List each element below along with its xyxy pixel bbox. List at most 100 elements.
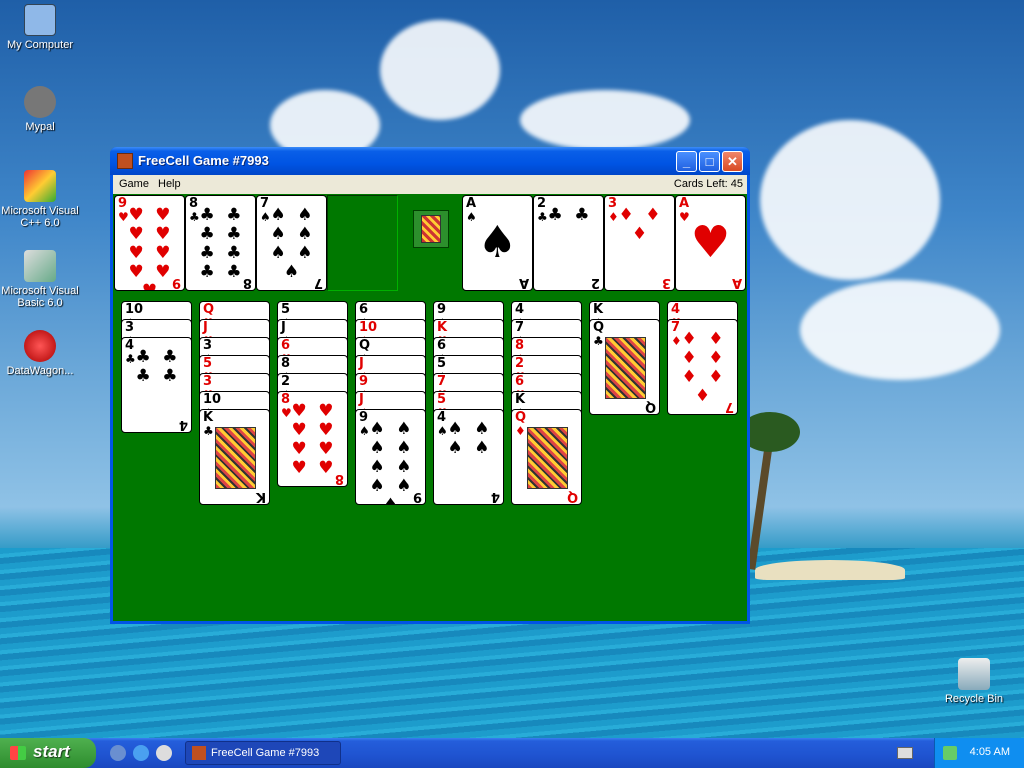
card-rank-bottom: Q [566, 489, 578, 504]
card-rank: 9 [359, 374, 369, 389]
free-cell-card[interactable]: 9 ♥ ♥ ♥ ♥ ♥ ♥ ♥ ♥ ♥ ♥ 9 [114, 195, 185, 291]
free-cell-card[interactable]: 7 ♠ ♠ ♠ ♠ ♠ ♠ ♠ ♠ 7 [256, 195, 327, 291]
title-bar[interactable]: FreeCell Game #7993 _ □ ✕ [110, 147, 750, 175]
quicklaunch-desktop-icon[interactable] [110, 745, 126, 761]
card-rank: 9 [118, 196, 128, 211]
card-rank-bottom: 4 [178, 417, 188, 432]
foundation-card[interactable]: 3 ♦ ♦ ♦ ♦ 3 [604, 195, 675, 291]
internet-explorer-icon[interactable] [133, 745, 149, 761]
foundation-card[interactable]: A ♥ ♥ A [675, 195, 746, 291]
desktop-icon-recycle-bin[interactable]: Recycle Bin [934, 658, 1014, 705]
card-pips: ♥ ♥ ♥ ♥ ♥ ♥ ♥ ♥ [291, 401, 337, 478]
card-rank: 10 [203, 392, 222, 407]
card-rank-bottom: 2 [590, 275, 600, 290]
taskbar: start FreeCell Game #7993 4:05 AM [0, 738, 1024, 768]
card-rank: 10 [125, 302, 144, 317]
card-rank: 6 [437, 338, 447, 353]
card-rank: 4 [437, 410, 447, 425]
card-rank: 3 [203, 374, 213, 389]
face-card-portrait [215, 427, 256, 489]
desktop-icon-datawagon[interactable]: DataWagon... [0, 330, 80, 377]
empty-free-cell[interactable] [327, 195, 398, 291]
card-rank: Q [203, 302, 215, 317]
card-pips: ♣ ♣ [547, 205, 593, 225]
tableau-card[interactable]: 8 ♥ ♥ ♥ ♥ ♥ ♥ ♥ ♥ ♥ 8 [277, 391, 348, 487]
card-rank: 3 [125, 320, 135, 335]
visual-cpp-icon [24, 170, 56, 202]
visual-basic-icon [24, 250, 56, 282]
menu-help[interactable]: Help [158, 178, 181, 190]
taskbar-button-freecell[interactable]: FreeCell Game #7993 [185, 741, 341, 765]
media-player-icon[interactable] [156, 745, 172, 761]
foundation-card[interactable]: A ♠ ♠ A [462, 195, 533, 291]
tableau-card[interactable]: K ♣ K [199, 409, 270, 505]
card-pips: ♠ ♠ ♠ ♠ [447, 419, 493, 458]
king-portrait [421, 215, 441, 243]
card-rank-bottom: A [518, 275, 529, 290]
tableau-card[interactable]: Q ♣ Q [589, 319, 660, 415]
face-card-portrait [527, 427, 568, 489]
desktop-icon-visual-cpp[interactable]: Microsoft Visual C++ 6.0 [0, 170, 80, 229]
card-rank: 4 [515, 302, 525, 317]
card-rank: 7 [260, 196, 270, 211]
desktop-icon-mypal[interactable]: Mypal [0, 86, 80, 133]
recycle-bin-icon [958, 658, 990, 690]
card-rank-bottom: 8 [242, 275, 252, 290]
card-rank: 2 [515, 356, 525, 371]
cloud [380, 20, 500, 120]
desktop-icon-visual-basic[interactable]: Microsoft Visual Basic 6.0 [0, 250, 80, 309]
tableau-card[interactable]: 7 ♦ ♦ ♦ ♦ ♦ ♦ ♦ ♦ 7 [667, 319, 738, 415]
card-suit: ♦ [515, 424, 526, 438]
computer-icon [24, 4, 56, 36]
card-rank: 2 [537, 196, 547, 211]
card-rank: 7 [671, 320, 681, 335]
card-rank: 7 [515, 320, 525, 335]
keyboard-icon[interactable] [897, 747, 913, 759]
card-rank: 8 [515, 338, 525, 353]
card-rank: 6 [515, 374, 525, 389]
cloud [760, 120, 940, 280]
tableau-card[interactable]: 4 ♠ ♠ ♠ ♠ ♠ 4 [433, 409, 504, 505]
card-pips: ♦ ♦ ♦ ♦ ♦ ♦ ♦ [681, 329, 727, 406]
card-rank: 5 [437, 392, 447, 407]
card-pips: ♣ ♣ ♣ ♣ [135, 347, 181, 386]
desktop-icon-my-computer[interactable]: My Computer [0, 4, 80, 51]
card-rank-bottom: A [731, 275, 742, 290]
card-rank: 9 [359, 410, 369, 425]
datawagon-icon [24, 330, 56, 362]
network-icon[interactable] [943, 746, 957, 760]
card-rank-bottom: 9 [171, 275, 181, 290]
free-cell-card[interactable]: 8 ♣ ♣ ♣ ♣ ♣ ♣ ♣ ♣ ♣ 8 [185, 195, 256, 291]
minimize-button[interactable]: _ [676, 151, 697, 172]
window-title: FreeCell Game #7993 [138, 153, 269, 168]
windows-logo-icon [10, 746, 26, 760]
ace-pip: ♥ [690, 217, 731, 268]
card-rank-bottom: 4 [490, 489, 500, 504]
card-rank: K [203, 410, 214, 425]
card-rank: 9 [437, 302, 447, 317]
card-rank: J [359, 392, 364, 407]
cloud [520, 90, 690, 150]
card-rank: K [515, 392, 526, 407]
menu-bar: Game Help Cards Left: 45 [113, 175, 747, 194]
foundation-card[interactable]: 2 ♣ ♣ ♣ 2 [533, 195, 604, 291]
tableau-card[interactable]: 9 ♠ ♠ ♠ ♠ ♠ ♠ ♠ ♠ ♠ ♠ 9 [355, 409, 426, 505]
card-rank: 7 [437, 374, 447, 389]
card-rank-bottom: 8 [334, 471, 344, 486]
tableau-card[interactable]: 4 ♣ ♣ ♣ ♣ ♣ 4 [121, 337, 192, 433]
menu-game[interactable]: Game [119, 178, 149, 190]
card-rank: Q [515, 410, 527, 425]
card-suit: ♣ [593, 334, 604, 348]
card-rank-bottom: K [255, 489, 266, 504]
start-button[interactable]: start [0, 738, 96, 768]
face-card-portrait [605, 337, 646, 399]
card-rank: 8 [281, 356, 291, 371]
maximize-button[interactable]: □ [699, 151, 720, 172]
card-rank: 3 [608, 196, 618, 211]
freecell-window: FreeCell Game #7993 _ □ ✕ Game Help Card… [110, 147, 750, 624]
close-button[interactable]: ✕ [722, 151, 743, 172]
card-rank: Q [359, 338, 371, 353]
cloud [800, 280, 1000, 380]
tableau-card[interactable]: Q ♦ Q [511, 409, 582, 505]
card-suit: ♣ [203, 424, 214, 438]
